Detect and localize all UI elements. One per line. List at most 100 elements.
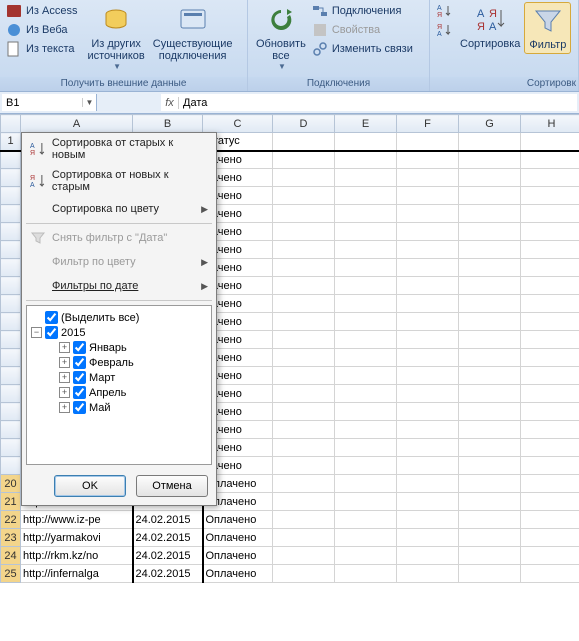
year-checkbox[interactable]	[45, 326, 58, 339]
cell[interactable]: http://infernalga	[21, 565, 133, 583]
select-all-checkbox[interactable]	[45, 311, 58, 324]
svg-text:Я: Я	[489, 8, 497, 20]
svg-text:А: А	[477, 8, 485, 20]
expand-icon[interactable]: +	[59, 387, 70, 398]
column-headers: A B C D E F G H	[1, 115, 579, 133]
from-access-button[interactable]: Из Access	[4, 2, 79, 20]
filter-label: Фильтр	[529, 39, 566, 51]
cell[interactable]: Оплачено	[203, 511, 273, 529]
funnel-icon	[532, 5, 564, 37]
tree-label: 2015	[61, 327, 85, 339]
menu-label: Фильтры по дате	[52, 280, 138, 292]
svg-text:Я: Я	[437, 12, 442, 19]
month-checkbox[interactable]	[73, 356, 86, 369]
row-header[interactable]: 23	[1, 529, 21, 547]
existing-conn-label: Существующие подключения	[153, 38, 233, 62]
expand-icon[interactable]: +	[59, 402, 70, 413]
from-web-button[interactable]: Из Веба	[4, 21, 79, 39]
col-header[interactable]: H	[521, 115, 579, 133]
web-icon	[6, 22, 22, 38]
fx-icon[interactable]: fx	[161, 97, 179, 109]
month-checkbox[interactable]	[73, 401, 86, 414]
connections-icon	[312, 3, 328, 19]
sort-button[interactable]: АЯЯА Сортировка	[456, 2, 524, 52]
month-checkbox[interactable]	[73, 386, 86, 399]
date-filters[interactable]: Фильтры по дате▶	[22, 274, 216, 298]
cell[interactable]: Оплачено	[203, 565, 273, 583]
autofilter-dropdown: АЯСортировка от старых к новым ЯАСортиро…	[21, 132, 217, 506]
cell[interactable]: Оплачено	[203, 547, 273, 565]
connections-button[interactable]: Подключения	[310, 2, 415, 20]
properties-label: Свойства	[332, 24, 380, 36]
sort-za-button[interactable]: ЯА	[434, 21, 454, 39]
tree-label: Май	[89, 402, 111, 414]
cell[interactable]: Оплачено	[203, 529, 273, 547]
row-header[interactable]: 22	[1, 511, 21, 529]
col-header[interactable]: B	[133, 115, 203, 133]
tree-label: Апрель	[89, 387, 126, 399]
row-header[interactable]: 1	[1, 133, 21, 151]
sort-by-color[interactable]: Сортировка по цвету▶	[22, 197, 216, 221]
expand-icon[interactable]: +	[59, 342, 70, 353]
svg-text:Я: Я	[477, 21, 485, 33]
namebox-dropdown[interactable]: ▼	[82, 98, 96, 107]
text-icon	[6, 41, 22, 57]
refresh-all-button[interactable]: Обновить все▼	[252, 2, 310, 73]
chevron-down-icon: ▼	[113, 62, 121, 71]
cell[interactable]: http://yarmakovi	[21, 529, 133, 547]
cell[interactable]: 24.02.2015	[133, 529, 203, 547]
cell[interactable]: 24.02.2015	[133, 511, 203, 529]
row-header[interactable]: 21	[1, 493, 21, 511]
name-box[interactable]	[2, 97, 82, 109]
existing-connections-button[interactable]: Существующие подключения	[149, 2, 237, 64]
menu-label: Сортировка от старых к новым	[52, 137, 208, 161]
cell[interactable]: http://rkm.kz/no	[21, 547, 133, 565]
properties-icon	[312, 22, 328, 38]
col-header[interactable]: G	[459, 115, 521, 133]
col-header[interactable]: C	[203, 115, 273, 133]
tree-label: (Выделить все)	[61, 312, 139, 324]
sort-icon: АЯЯА	[474, 4, 506, 36]
from-text-label: Из текста	[26, 43, 75, 55]
from-access-label: Из Access	[26, 5, 77, 17]
external-group-label: Получить внешние данные	[0, 77, 247, 91]
properties-button[interactable]: Свойства	[310, 21, 415, 39]
spreadsheet-grid: A B C D E F G H 1 Страница с обзор Дата▼…	[0, 114, 579, 583]
col-header[interactable]: D	[273, 115, 335, 133]
row-header[interactable]: 25	[1, 565, 21, 583]
row-header[interactable]: 24	[1, 547, 21, 565]
from-text-button[interactable]: Из текста	[4, 40, 79, 58]
filter-values-tree[interactable]: (Выделить все) −2015 +Январь+Февраль+Мар…	[26, 305, 212, 465]
refresh-label: Обновить все	[256, 38, 306, 62]
expand-icon[interactable]: +	[59, 357, 70, 368]
ok-button[interactable]: OK	[54, 475, 126, 497]
svg-text:А: А	[437, 5, 442, 12]
collapse-icon[interactable]: −	[31, 327, 42, 338]
expand-icon[interactable]: +	[59, 372, 70, 383]
from-other-sources-button[interactable]: Из других источников▼	[83, 2, 148, 73]
col-header[interactable]: E	[335, 115, 397, 133]
sort-oldest-newest[interactable]: АЯСортировка от старых к новым	[22, 133, 216, 165]
sort-za-icon: ЯА	[436, 22, 452, 38]
col-header[interactable]: A	[21, 115, 133, 133]
filter-button[interactable]: Фильтр	[524, 2, 571, 54]
tree-label: Февраль	[89, 357, 134, 369]
month-checkbox[interactable]	[73, 371, 86, 384]
formula-input[interactable]	[179, 97, 577, 109]
sort-newest-oldest[interactable]: ЯАСортировка от новых к старым	[22, 165, 216, 197]
select-all-corner[interactable]	[1, 115, 21, 133]
svg-text:А: А	[437, 31, 442, 38]
svg-text:А: А	[30, 182, 35, 189]
sort-az-button[interactable]: АЯ	[434, 2, 454, 20]
edit-links-button[interactable]: Изменить связи	[310, 40, 415, 58]
cell[interactable]: 24.02.2015	[133, 565, 203, 583]
sort-az-icon: АЯ	[436, 3, 452, 19]
submenu-arrow-icon: ▶	[201, 257, 208, 268]
cell[interactable]: 24.02.2015	[133, 547, 203, 565]
cell[interactable]: http://www.iz-pe	[21, 511, 133, 529]
sort-za-icon: ЯА	[30, 173, 46, 189]
row-header[interactable]: 20	[1, 475, 21, 493]
month-checkbox[interactable]	[73, 341, 86, 354]
cancel-button[interactable]: Отмена	[136, 475, 208, 497]
col-header[interactable]: F	[397, 115, 459, 133]
